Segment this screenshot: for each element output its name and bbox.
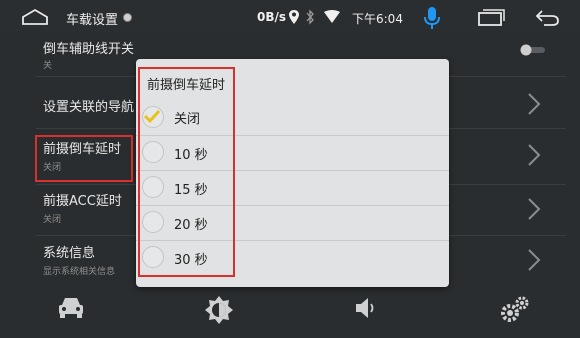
- bluetooth-icon: [306, 9, 314, 25]
- microphone-icon[interactable]: [422, 5, 442, 31]
- back-icon[interactable]: [534, 9, 560, 27]
- setting-subtitle: 显示系统相关信息: [43, 267, 116, 277]
- setting-subtitle: 关闭: [43, 215, 62, 225]
- wifi-icon: [324, 10, 340, 23]
- clock: 下午6:04: [352, 12, 403, 26]
- setting-title: 设置关联的导航: [43, 100, 135, 115]
- notification-dot-icon: [123, 13, 132, 22]
- reverse-guideline-toggle[interactable]: [519, 44, 547, 56]
- app-title: 车载设置: [66, 13, 119, 28]
- chevron-right-icon[interactable]: [527, 248, 541, 272]
- setting-title: 前摄ACC延时: [43, 194, 122, 209]
- bottom-nav: [0, 290, 580, 338]
- setting-title: 倒车辅助线开关: [43, 42, 135, 57]
- network-speed: 0B/s: [257, 10, 287, 24]
- chevron-right-icon[interactable]: [527, 143, 541, 167]
- settings-gears-icon[interactable]: [500, 295, 530, 323]
- home-icon[interactable]: [20, 8, 50, 26]
- highlight-box: [138, 67, 235, 277]
- setting-title: 系统信息: [43, 246, 96, 261]
- chevron-right-icon[interactable]: [527, 92, 541, 116]
- highlight-box: [35, 135, 133, 182]
- car-icon[interactable]: [57, 295, 85, 319]
- status-bar: 车载设置 0B/s 下午6:04: [0, 0, 580, 34]
- chevron-right-icon[interactable]: [527, 197, 541, 221]
- volume-icon[interactable]: [354, 295, 378, 321]
- location-icon: [289, 10, 299, 24]
- recent-apps-icon[interactable]: [476, 9, 506, 27]
- brightness-icon[interactable]: [204, 295, 234, 325]
- setting-subtitle: 关: [43, 61, 53, 71]
